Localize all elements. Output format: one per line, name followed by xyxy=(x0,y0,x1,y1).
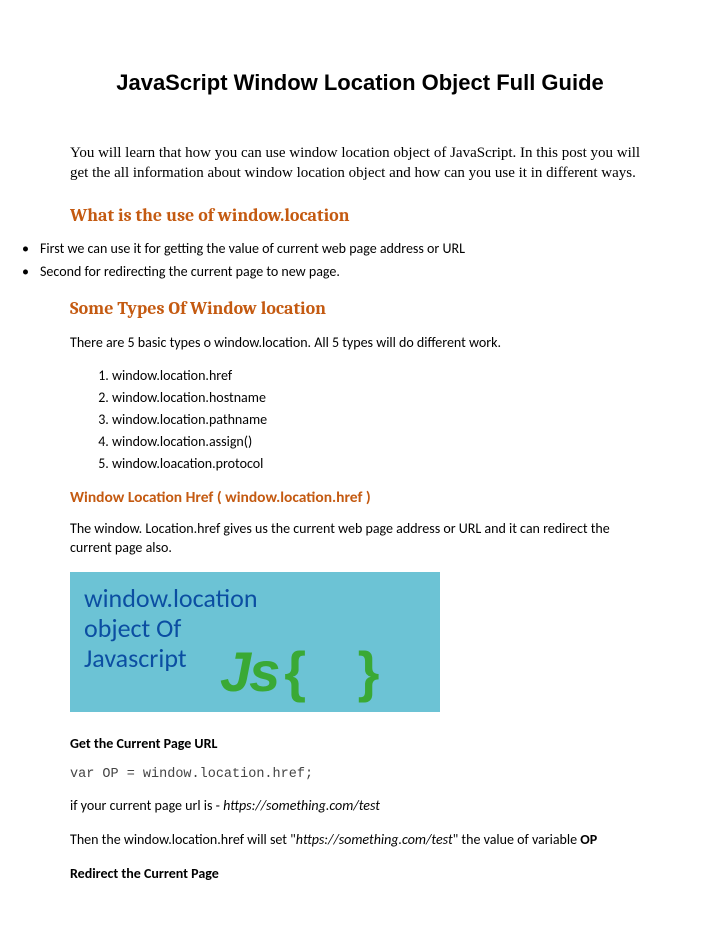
document-page: JavaScript Window Location Object Full G… xyxy=(0,0,720,937)
get-url-heading: Get the Current Page URL xyxy=(70,734,650,754)
example-line-1: if your current page url is - https://so… xyxy=(70,796,650,816)
list-item: First we can use it for getting the valu… xyxy=(40,240,650,257)
types-list: window.location.href window.location.hos… xyxy=(70,367,650,472)
list-item: window.location.assign() xyxy=(112,433,650,450)
list-item: window.loacation.protocol xyxy=(112,455,650,472)
banner-image: window.location object Of Javascript Js{… xyxy=(70,572,440,712)
banner-js-logo: Js{ } xyxy=(220,639,397,704)
section-heading-types: Some Types Of Window location xyxy=(70,298,650,319)
list-item: window.location.hostname xyxy=(112,389,650,406)
list-item: window.location.href xyxy=(112,367,650,384)
intro-paragraph: You will learn that how you can use wind… xyxy=(70,144,650,183)
example-line-2: Then the window.location.href will set "… xyxy=(70,830,650,850)
use-list: First we can use it for getting the valu… xyxy=(70,240,650,280)
subsection-heading-href: Window Location Href ( window.location.h… xyxy=(70,488,650,507)
list-item: window.location.pathname xyxy=(112,411,650,428)
code-snippet: var OP = window.location.href; xyxy=(70,767,650,782)
redirect-heading: Redirect the Current Page xyxy=(70,864,650,884)
section-heading-use: What is the use of window.location xyxy=(70,205,650,226)
types-intro: There are 5 basic types o window.locatio… xyxy=(70,333,650,353)
href-description: The window. Location.href gives us the c… xyxy=(70,519,650,558)
page-title: JavaScript Window Location Object Full G… xyxy=(70,70,650,96)
list-item: Second for redirecting the current page … xyxy=(40,263,650,280)
